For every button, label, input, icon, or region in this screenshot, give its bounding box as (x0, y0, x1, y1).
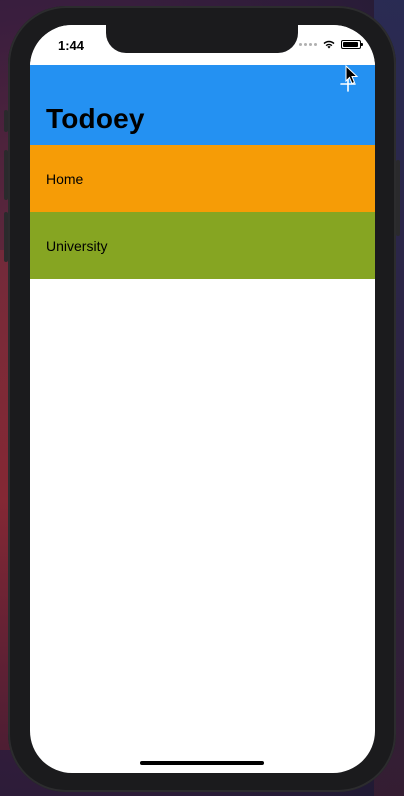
navigation-bar: Todoey (30, 65, 375, 145)
mouse-cursor-icon (345, 65, 359, 85)
cellular-signal-icon (299, 42, 317, 46)
home-indicator (140, 761, 264, 765)
battery-icon (341, 39, 363, 49)
app-screen: 1:44 Todoey Home University (30, 25, 375, 773)
notch (106, 25, 298, 53)
volume-up-button (4, 150, 8, 200)
category-list: Home University (30, 145, 375, 279)
status-time: 1:44 (58, 38, 85, 53)
category-cell-university[interactable]: University (30, 212, 375, 279)
power-button (396, 160, 400, 236)
page-title: Todoey (46, 103, 145, 134)
status-icons (299, 39, 363, 49)
category-cell-home[interactable]: Home (30, 145, 375, 212)
category-name: University (46, 237, 108, 254)
mute-switch (4, 110, 8, 132)
volume-down-button (4, 212, 8, 262)
category-name: Home (46, 170, 84, 187)
wifi-icon (323, 40, 335, 49)
